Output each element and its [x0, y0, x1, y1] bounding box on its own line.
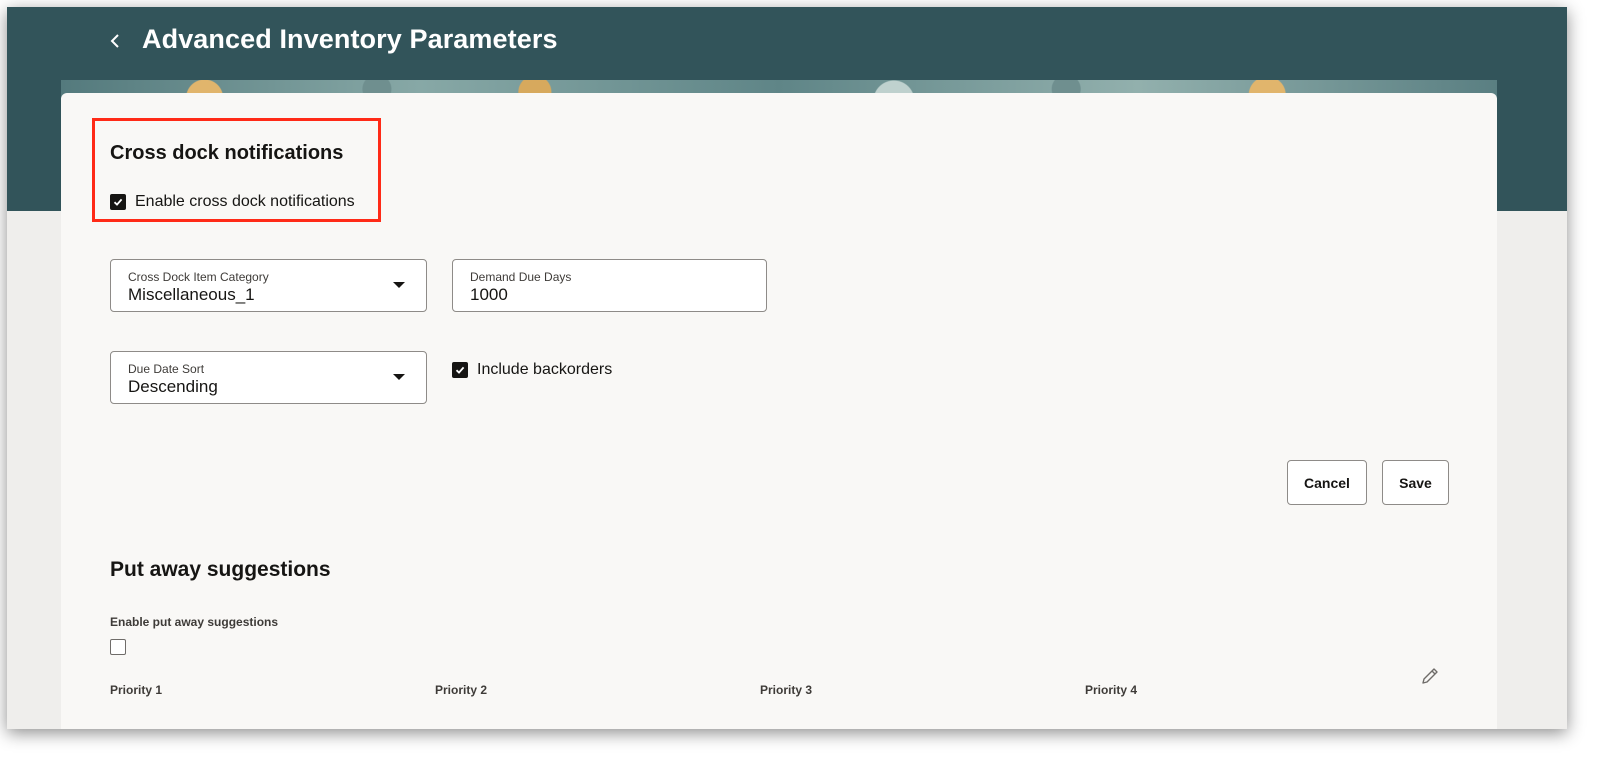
checkbox-box[interactable] — [452, 362, 468, 378]
enable-cross-dock-label: Enable cross dock notifications — [135, 193, 355, 210]
field-value: 1000 — [470, 285, 508, 304]
settings-card: Cross dock notifications Enable cross do… — [61, 93, 1497, 729]
field-label: Cross Dock Item Category — [128, 270, 269, 284]
checkmark-icon — [455, 366, 465, 374]
back-button[interactable] — [103, 29, 127, 53]
enable-put-away-label: Enable put away suggestions — [110, 615, 279, 629]
app-window: Advanced Inventory Parameters Cross dock… — [7, 7, 1567, 729]
caret-down-icon — [393, 374, 405, 380]
checkbox-box[interactable] — [110, 639, 126, 655]
include-backorders-label: Include backorders — [477, 361, 613, 378]
checkmark-icon — [113, 198, 123, 206]
field-label: Demand Due Days — [470, 270, 572, 284]
field-value: Descending — [128, 377, 218, 396]
pencil-icon — [1422, 668, 1438, 684]
cross-dock-section-title: Cross dock notifications — [110, 142, 344, 164]
field-value: Miscellaneous_1 — [128, 285, 255, 304]
field-label: Due Date Sort — [128, 362, 205, 376]
edit-priorities-button[interactable] — [1417, 663, 1443, 689]
enable-put-away-checkbox[interactable] — [110, 639, 126, 655]
caret-down-icon — [393, 282, 405, 288]
page-title: Advanced Inventory Parameters — [142, 24, 558, 54]
priority-1-header: Priority 1 — [110, 683, 163, 697]
priority-3-header: Priority 3 — [760, 683, 813, 697]
priority-2-header: Priority 2 — [435, 683, 488, 697]
checkbox-box[interactable] — [110, 194, 126, 210]
demand-due-days-input[interactable]: Demand Due Days 1000 — [452, 259, 767, 312]
put-away-section-title: Put away suggestions — [110, 558, 331, 581]
cancel-button[interactable]: Cancel — [1287, 460, 1367, 505]
enable-cross-dock-checkbox[interactable]: Enable cross dock notifications — [110, 193, 355, 211]
save-button[interactable]: Save — [1382, 460, 1449, 505]
include-backorders-checkbox[interactable]: Include backorders — [452, 361, 612, 379]
chevron-left-icon — [110, 34, 119, 48]
priority-4-header: Priority 4 — [1085, 683, 1138, 697]
due-date-sort-select[interactable]: Due Date Sort Descending — [110, 351, 427, 404]
cross-dock-item-category-select[interactable]: Cross Dock Item Category Miscellaneous_1 — [110, 259, 427, 312]
